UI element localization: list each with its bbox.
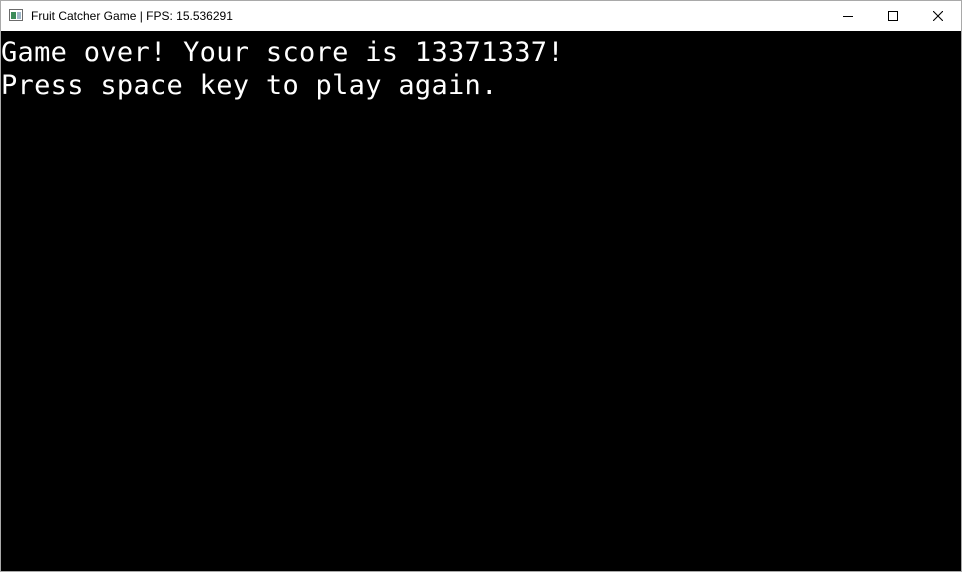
app-window-icon — [9, 9, 23, 21]
minimize-icon — [843, 16, 853, 17]
window-title: Fruit Catcher Game | FPS: 15.536291 — [31, 9, 233, 23]
game-over-message: Game over! Your score is 13371337! — [1, 37, 564, 68]
minimize-button[interactable] — [825, 1, 871, 31]
close-button[interactable] — [915, 1, 961, 31]
close-icon — [933, 11, 943, 21]
maximize-button[interactable] — [870, 1, 916, 31]
title-bar[interactable]: Fruit Catcher Game | FPS: 15.536291 — [1, 1, 961, 31]
maximize-icon — [888, 11, 898, 21]
game-window: Fruit Catcher Game | FPS: 15.536291 Game… — [0, 0, 962, 572]
restart-prompt: Press space key to play again. — [1, 70, 498, 101]
game-canvas[interactable]: Game over! Your score is 13371337! Press… — [1, 31, 961, 571]
